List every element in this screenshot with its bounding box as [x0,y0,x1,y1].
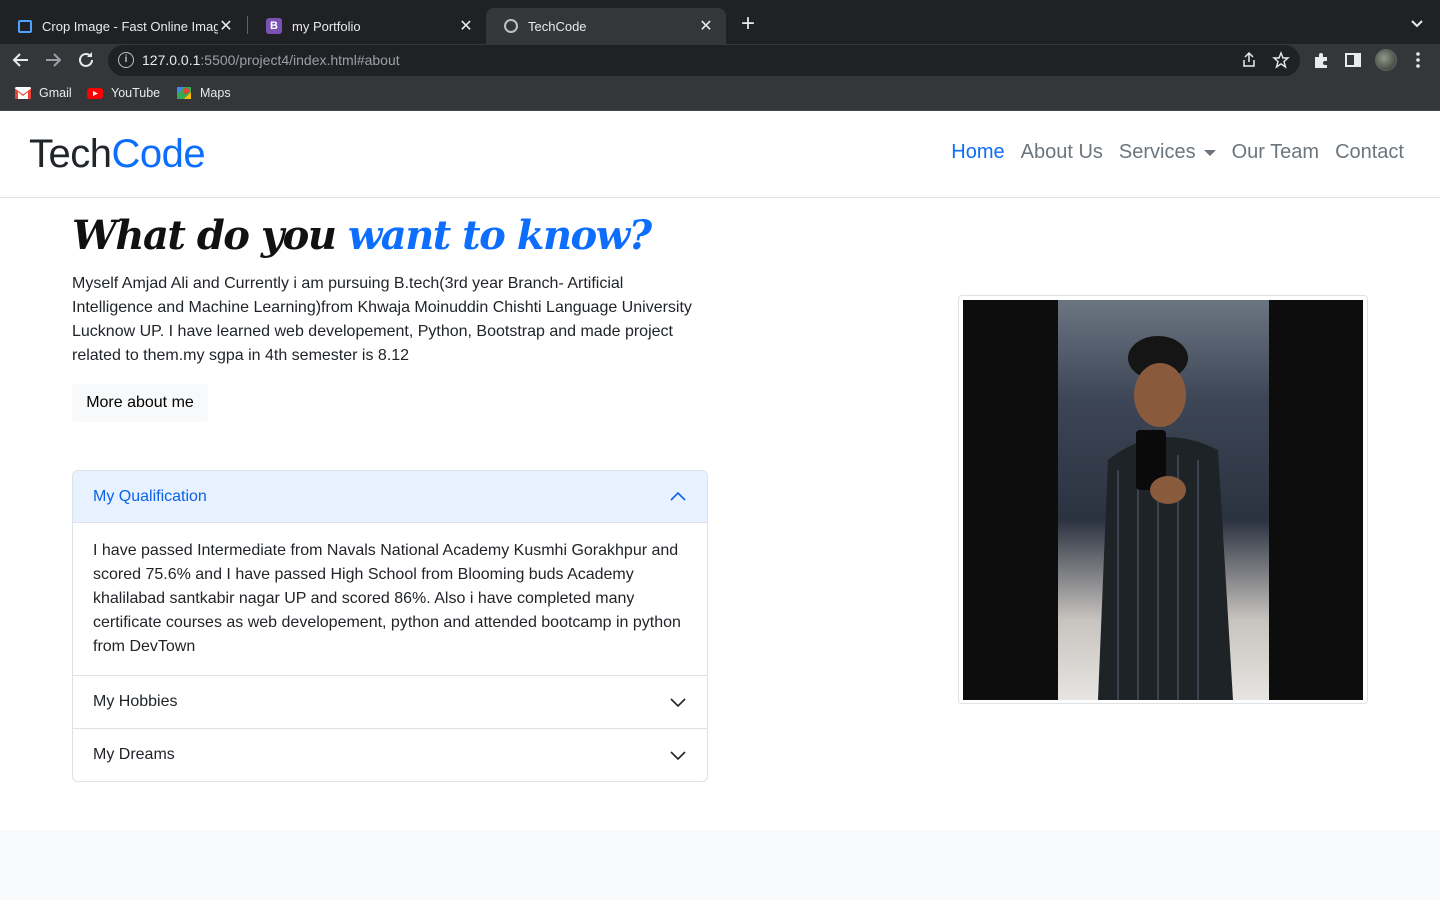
browser-tab-my-portfolio[interactable]: B my Portfolio ✕ [248,8,486,44]
accordion-header-hobbies[interactable]: My Hobbies [73,676,707,728]
bookmark-maps[interactable]: Maps [176,86,231,100]
tab-title: TechCode [528,18,587,34]
accordion-title: My Hobbies [93,693,178,710]
bookmark-star-icon[interactable] [1272,51,1290,69]
close-icon[interactable]: ✕ [458,18,474,35]
bookmark-youtube[interactable]: YouTube [87,86,160,100]
bootstrap-icon: B [266,18,282,34]
more-menu-icon[interactable] [1408,50,1428,70]
profile-photo-thumbnail [958,295,1368,704]
accordion-item-hobbies: My Hobbies [73,675,707,728]
profile-avatar[interactable] [1375,49,1397,71]
accordion-header-dreams[interactable]: My Dreams [73,729,707,781]
tab-title: my Portfolio [292,18,361,34]
address-url[interactable]: 127.0.0.1:5500/project4/index.html#about [142,52,400,68]
crop-icon [18,19,32,33]
nav-dropdown-services[interactable]: Services [1119,141,1216,164]
profile-photo [963,300,1363,700]
youtube-icon [87,88,103,99]
nav-link-services: Services [1118,141,1196,163]
extensions-puzzle-icon[interactable] [1311,50,1331,70]
globe-icon [504,19,518,33]
back-arrow-icon[interactable] [9,48,33,72]
bookmark-label: YouTube [111,86,161,100]
nav-link-contact[interactable]: Contact [1335,141,1404,164]
browser-toolbar: i 127.0.0.1:5500/project4/index.html#abo… [0,44,1440,77]
brand-logo[interactable]: TechCode [29,132,206,177]
site-info-icon[interactable]: i [118,52,134,68]
heading-part-1: What do you [72,212,337,259]
close-icon[interactable]: ✕ [698,18,714,35]
accordion-header-qualification[interactable]: My Qualification [73,471,707,523]
caret-down-icon [1203,149,1216,156]
maps-icon [177,87,191,99]
brand-text-tech: Tech [29,132,112,176]
bookmark-label: Gmail [39,86,72,100]
nav-link-our-team[interactable]: Our Team [1232,141,1319,164]
nav-links: Home About Us Services Our Team Contact [935,141,1404,164]
share-icon[interactable] [1240,51,1258,69]
about-heading: What do you want to know? [72,212,652,259]
address-host: 127.0.0.1 [142,52,201,68]
forward-arrow-icon[interactable] [41,48,65,72]
site-navbar: TechCode Home About Us Services Our Team… [0,111,1440,198]
tab-title: Crop Image - Fast Online Image Cropper [42,18,218,34]
close-icon[interactable]: ✕ [218,18,234,35]
accordion-title: My Qualification [93,487,207,505]
footer-band [0,830,1440,900]
bookmark-label: Maps [200,86,231,100]
reload-icon[interactable] [74,48,98,72]
nav-link-home[interactable]: Home [951,141,1004,164]
bookmarks-bar: Gmail YouTube Maps [0,77,1440,111]
accordion-title: My Dreams [93,746,175,763]
side-panel-icon[interactable] [1343,50,1363,70]
bookmark-gmail[interactable]: Gmail [15,86,72,100]
profile-photo-image [1058,300,1269,700]
browser-tab-crop-image[interactable]: Crop Image - Fast Online Image Cropper ✕ [0,8,246,44]
about-paragraph: Myself Amjad Ali and Currently i am purs… [72,275,692,364]
tab-search-chevron-icon[interactable] [1406,14,1428,34]
address-path: :5500/project4/index.html#about [200,52,400,68]
gmail-icon [15,87,31,99]
chevron-down-icon [670,751,686,761]
browser-tab-strip: Crop Image - Fast Online Image Cropper ✕… [0,0,1440,44]
accordion-item-dreams: My Dreams [73,728,707,781]
new-tab-button[interactable]: + [736,12,760,37]
accordion-item-qualification: My Qualification I have passed Intermedi… [73,471,707,675]
chevron-up-icon [670,491,686,501]
brand-text-code: Code [111,132,206,176]
browser-tab-techcode[interactable]: TechCode ✕ [486,8,726,44]
more-about-me-button[interactable]: More about me [72,384,208,422]
accordion: My Qualification I have passed Intermedi… [72,470,708,782]
chevron-down-icon [670,698,686,708]
accordion-body-qualification: I have passed Intermediate from Navals N… [93,542,681,655]
heading-part-2: want to know? [347,212,652,259]
nav-link-about-us[interactable]: About Us [1021,141,1103,164]
person-silhouette-illustration [1098,336,1233,700]
address-bar[interactable]: i 127.0.0.1:5500/project4/index.html#abo… [108,45,1300,76]
